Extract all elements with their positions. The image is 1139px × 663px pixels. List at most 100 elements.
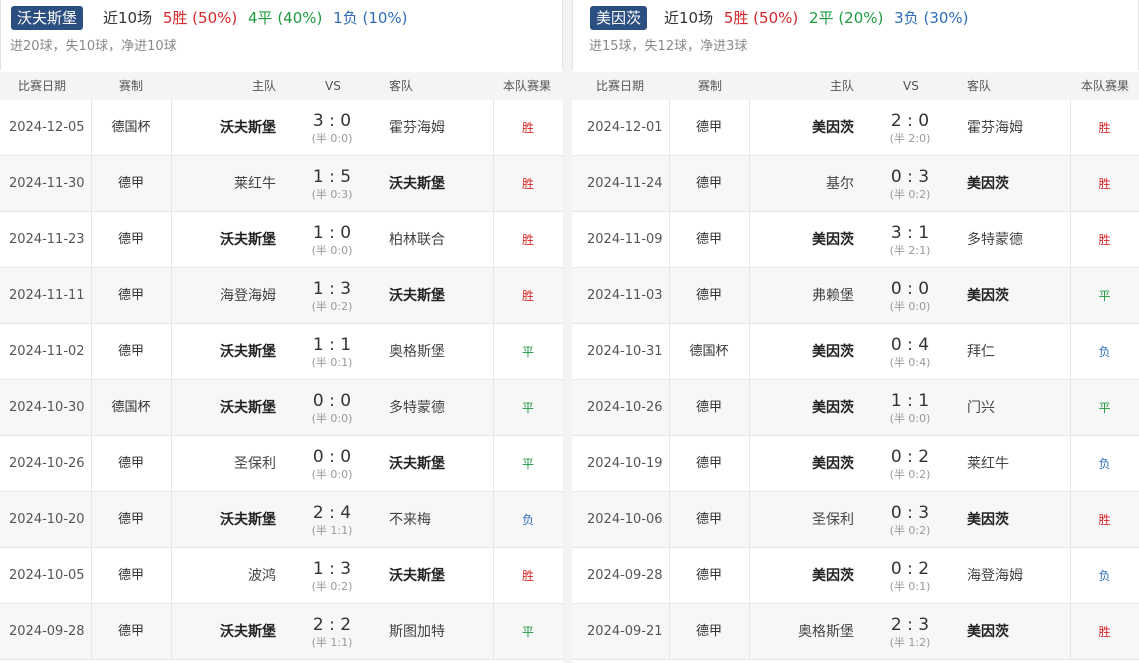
home-team[interactable]: 美因茨 — [812, 212, 854, 268]
match-row[interactable]: 2024-11-23 德甲 沃夫斯堡 1 : 0 (半 0:0) 柏林联合 胜 — [0, 212, 563, 268]
home-team[interactable]: 沃夫斯堡 — [220, 492, 276, 548]
match-row[interactable]: 2024-10-26 德甲 美因茨 1 : 1 (半 0:0) 门兴 平 — [572, 380, 1139, 436]
match-score[interactable]: 0 : 0 — [302, 446, 362, 468]
match-result: 负 — [521, 513, 534, 527]
match-row[interactable]: 2024-12-05 德国杯 沃夫斯堡 3 : 0 (半 0:0) 霍芬海姆 胜 — [0, 100, 563, 156]
match-row[interactable]: 2024-10-20 德甲 沃夫斯堡 2 : 4 (半 1:1) 不来梅 负 — [0, 492, 563, 548]
away-team[interactable]: 霍芬海姆 — [389, 100, 445, 156]
home-team[interactable]: 奥格斯堡 — [798, 604, 854, 660]
match-score[interactable]: 1 : 1 — [880, 390, 940, 412]
wins-stat: 5胜 (50%) — [723, 9, 799, 27]
home-team[interactable]: 沃夫斯堡 — [220, 324, 276, 380]
away-team[interactable]: 美因茨 — [967, 156, 1009, 212]
home-team[interactable]: 基尔 — [826, 156, 854, 212]
away-team[interactable]: 多特蒙德 — [389, 380, 445, 436]
match-score[interactable]: 0 : 3 — [880, 502, 940, 524]
home-team[interactable]: 美因茨 — [812, 380, 854, 436]
match-score[interactable]: 1 : 3 — [302, 278, 362, 300]
match-score[interactable]: 0 : 2 — [880, 558, 940, 580]
home-team[interactable]: 美因茨 — [812, 436, 854, 492]
home-team[interactable]: 圣保利 — [234, 436, 276, 492]
match-score[interactable]: 1 : 5 — [302, 166, 362, 188]
match-score[interactable]: 0 : 0 — [302, 390, 362, 412]
match-row[interactable]: 2024-11-03 德甲 弗赖堡 0 : 0 (半 0:0) 美因茨 平 — [572, 268, 1139, 324]
away-team[interactable]: 沃夫斯堡 — [389, 436, 445, 492]
away-team[interactable]: 美因茨 — [967, 492, 1009, 548]
match-score[interactable]: 2 : 3 — [880, 614, 940, 636]
away-team[interactable]: 莱红牛 — [967, 436, 1009, 492]
match-row[interactable]: 2024-09-28 德甲 美因茨 0 : 2 (半 0:1) 海登海姆 负 — [572, 548, 1139, 604]
header-result: 本队赛果 — [1081, 79, 1130, 93]
away-team[interactable]: 沃夫斯堡 — [389, 268, 445, 324]
away-team[interactable]: 门兴 — [967, 380, 995, 436]
column-divider — [171, 100, 172, 156]
halftime-score: (半 1:2) — [889, 636, 931, 649]
away-team[interactable]: 霍芬海姆 — [967, 100, 1023, 156]
match-score[interactable]: 2 : 0 — [880, 110, 940, 132]
match-row[interactable]: 2024-10-26 德甲 圣保利 0 : 0 (半 0:0) 沃夫斯堡 平 — [0, 436, 563, 492]
match-row[interactable]: 2024-10-06 德甲 圣保利 0 : 3 (半 0:2) 美因茨 胜 — [572, 492, 1139, 548]
away-team[interactable]: 拜仁 — [967, 324, 995, 380]
home-team[interactable]: 沃夫斯堡 — [220, 604, 276, 660]
away-team[interactable]: 海登海姆 — [967, 548, 1023, 604]
match-score[interactable]: 0 : 4 — [880, 334, 940, 356]
match-score[interactable]: 1 : 1 — [302, 334, 362, 356]
match-score[interactable]: 2 : 4 — [302, 502, 362, 524]
halftime-score: (半 0:1) — [889, 580, 931, 593]
column-divider — [171, 268, 172, 324]
column-divider — [749, 268, 750, 324]
competition-name: 德国杯 — [111, 120, 151, 135]
away-team[interactable]: 奥格斯堡 — [389, 324, 445, 380]
home-team[interactable]: 弗赖堡 — [812, 268, 854, 324]
home-team[interactable]: 美因茨 — [812, 100, 854, 156]
match-row[interactable]: 2024-11-02 德甲 沃夫斯堡 1 : 1 (半 0:1) 奥格斯堡 平 — [0, 324, 563, 380]
match-score[interactable]: 0 : 2 — [880, 446, 940, 468]
column-divider — [749, 324, 750, 380]
competition-name: 德甲 — [695, 456, 722, 471]
home-team[interactable]: 沃夫斯堡 — [220, 100, 276, 156]
team-name-badge[interactable]: 美因茨 — [590, 6, 648, 30]
match-row[interactable]: 2024-11-11 德甲 海登海姆 1 : 3 (半 0:2) 沃夫斯堡 胜 — [0, 268, 563, 324]
match-date: 2024-09-28 — [9, 624, 85, 639]
away-team[interactable]: 沃夫斯堡 — [389, 156, 445, 212]
away-team[interactable]: 美因茨 — [967, 604, 1009, 660]
match-score[interactable]: 3 : 1 — [880, 222, 940, 244]
home-team[interactable]: 莱红牛 — [234, 156, 276, 212]
home-team[interactable]: 沃夫斯堡 — [220, 380, 276, 436]
match-row[interactable]: 2024-09-21 德甲 奥格斯堡 2 : 3 (半 1:2) 美因茨 胜 — [572, 604, 1139, 660]
competition-name: 德甲 — [117, 624, 144, 639]
match-row[interactable]: 2024-12-01 德甲 美因茨 2 : 0 (半 2:0) 霍芬海姆 胜 — [572, 100, 1139, 156]
home-team[interactable]: 沃夫斯堡 — [220, 212, 276, 268]
match-score[interactable]: 0 : 3 — [880, 166, 940, 188]
halftime-score: (半 0:2) — [311, 300, 353, 313]
losses-stat: 3负 (30%) — [894, 9, 969, 27]
match-score[interactable]: 1 : 3 — [302, 558, 362, 580]
away-team[interactable]: 多特蒙德 — [967, 212, 1023, 268]
team-name-badge[interactable]: 沃夫斯堡 — [11, 6, 84, 30]
home-team[interactable]: 美因茨 — [812, 548, 854, 604]
match-row[interactable]: 2024-11-24 德甲 基尔 0 : 3 (半 0:2) 美因茨 胜 — [572, 156, 1139, 212]
match-score[interactable]: 0 : 0 — [880, 278, 940, 300]
match-row[interactable]: 2024-10-30 德国杯 沃夫斯堡 0 : 0 (半 0:0) 多特蒙德 平 — [0, 380, 563, 436]
home-team[interactable]: 圣保利 — [812, 492, 854, 548]
away-team[interactable]: 美因茨 — [967, 268, 1009, 324]
away-team[interactable]: 沃夫斯堡 — [389, 548, 445, 604]
halftime-score: (半 0:0) — [311, 412, 353, 425]
match-row[interactable]: 2024-10-31 德国杯 美因茨 0 : 4 (半 0:4) 拜仁 负 — [572, 324, 1139, 380]
away-team[interactable]: 柏林联合 — [389, 212, 445, 268]
match-row[interactable]: 2024-11-30 德甲 莱红牛 1 : 5 (半 0:3) 沃夫斯堡 胜 — [0, 156, 563, 212]
match-row[interactable]: 2024-10-05 德甲 波鸿 1 : 3 (半 0:2) 沃夫斯堡 胜 — [0, 548, 563, 604]
away-team[interactable]: 斯图加特 — [389, 604, 445, 660]
match-score[interactable]: 1 : 0 — [302, 222, 362, 244]
halftime-score: (半 0:0) — [311, 244, 353, 257]
match-score[interactable]: 3 : 0 — [302, 110, 362, 132]
match-row[interactable]: 2024-10-19 德甲 美因茨 0 : 2 (半 0:2) 莱红牛 负 — [572, 436, 1139, 492]
match-date: 2024-11-09 — [587, 232, 663, 247]
home-team[interactable]: 波鸿 — [248, 548, 276, 604]
home-team[interactable]: 海登海姆 — [220, 268, 276, 324]
match-score[interactable]: 2 : 2 — [302, 614, 362, 636]
home-team[interactable]: 美因茨 — [812, 324, 854, 380]
away-team[interactable]: 不来梅 — [389, 492, 431, 548]
match-row[interactable]: 2024-09-28 德甲 沃夫斯堡 2 : 2 (半 1:1) 斯图加特 平 — [0, 604, 563, 660]
match-row[interactable]: 2024-11-09 德甲 美因茨 3 : 1 (半 2:1) 多特蒙德 胜 — [572, 212, 1139, 268]
